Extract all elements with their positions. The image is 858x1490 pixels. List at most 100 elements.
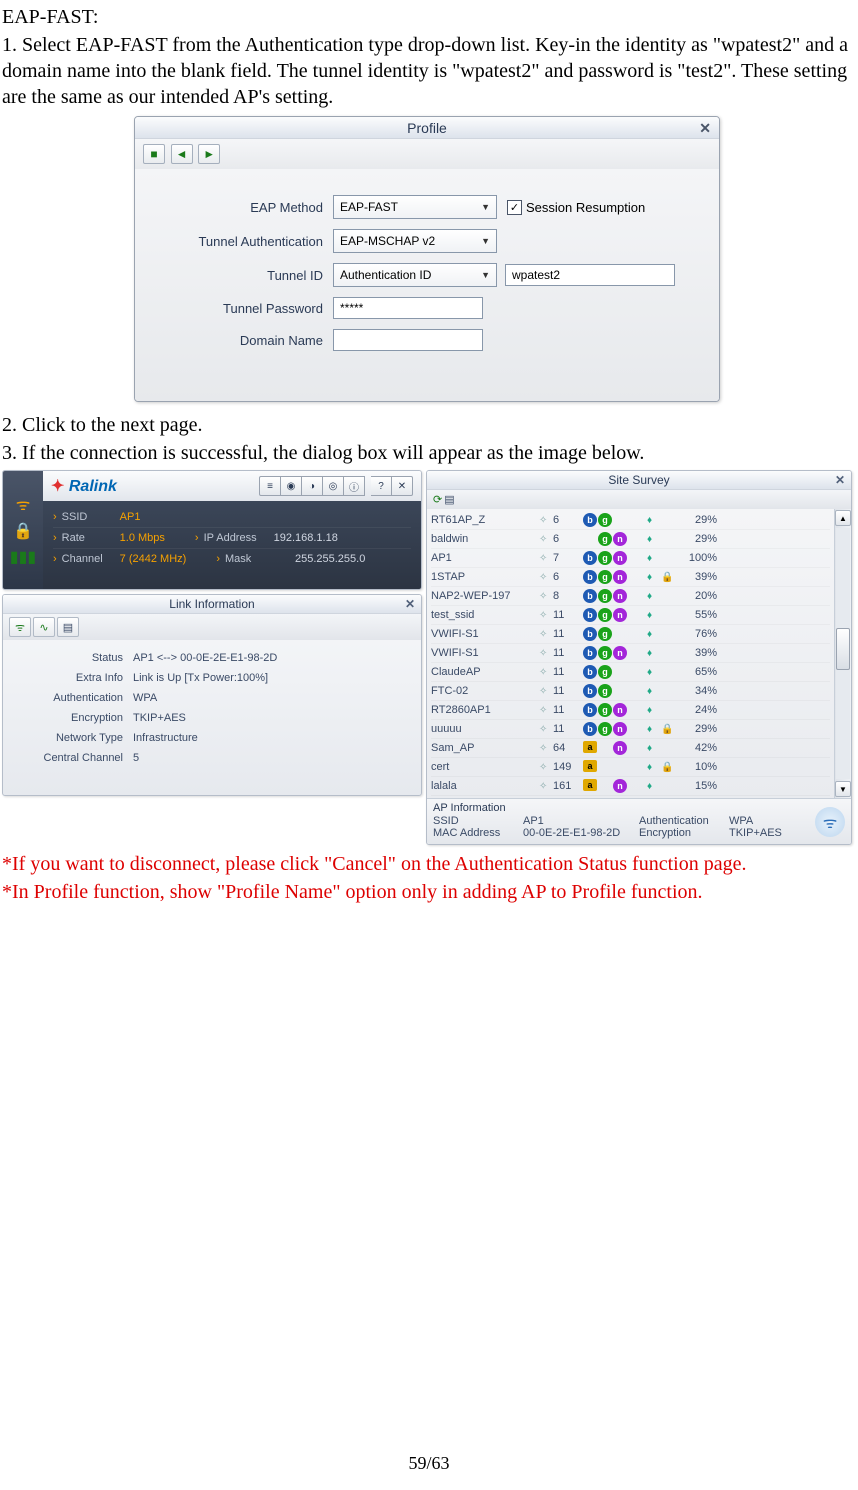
close-icon[interactable]: ✕ [699,120,711,137]
connection-figure: ᯤ 🔒 ▮▮▮ Ralink ≡ ◉ ◑ ◎ ⓘ ? ✕ [2,470,852,845]
tunnel-id-dropdown[interactable]: Authentication ID ▼ [333,263,497,287]
ssid-cell: uuuuu [431,723,539,735]
link-info-value: WPA [133,692,157,704]
badge-g-icon: g [598,665,612,679]
ap-information: AP Information SSID AP1 Authentication W… [427,798,851,844]
eap-method-value: EAP-FAST [340,200,398,214]
refresh-icon[interactable]: ⟳ [433,493,442,506]
scroll-up-icon[interactable]: ▲ [835,510,851,526]
site-survey-row[interactable]: baldwin✧6gn♦29% [431,530,830,549]
toolbar-btn-4[interactable]: ◎ [323,476,344,496]
label-auth: Authentication [639,815,723,827]
lock-icon: 🔒 [661,762,675,773]
security-icon: ♦ [647,515,661,526]
step-3: 3. If the connection is successful, the … [2,440,852,466]
label-domain: Domain Name [153,333,333,348]
apinfo-enc: Encryption TKIP+AES [639,827,845,839]
site-survey-row[interactable]: Sam_AP✧64an♦42% [431,739,830,758]
site-survey-row[interactable]: RT61AP_Z✧6bg♦29% [431,511,830,530]
channel-cell: 161 [553,780,583,792]
list-icon[interactable]: ▤ [444,493,454,506]
badge-g-icon: g [598,570,612,584]
site-survey-row[interactable]: RT2860AP1✧11bgn♦24% [431,701,830,720]
value-mask: 255.255.255.0 [295,553,365,565]
security-icon: ♦ [647,572,661,583]
toolbar-btn-3[interactable]: ◑ [302,476,323,496]
toolbar-btn-2[interactable]: ◉ [281,476,302,496]
site-survey-row[interactable]: VWIFI-S1✧11bgn♦39% [431,644,830,663]
channel-cell: 11 [553,704,583,716]
value-ip: 192.168.1.18 [274,532,338,544]
ralink-status-icons: ᯤ 🔒 ▮▮▮ [3,471,43,589]
link-info-value: Infrastructure [133,732,198,744]
heartbeat-icon[interactable]: ∿ [33,617,55,637]
forward-arrow-icon[interactable]: ► [198,144,220,164]
channel-cell: 11 [553,685,583,697]
scroll-down-icon[interactable]: ▼ [835,781,851,797]
label-tunnel-pw: Tunnel Password [153,301,333,316]
link-info-value: TKIP+AES [133,712,186,724]
site-survey-row[interactable]: lalala✧161an♦15% [431,777,830,796]
step-2: 2. Click to the next page. [2,412,852,438]
profile-title: Profile [407,120,447,136]
close-icon[interactable]: ✕ [392,476,413,496]
ssid-cell: test_ssid [431,609,539,621]
domain-name-input[interactable] [333,329,483,351]
session-resumption-checkbox[interactable]: ✓ Session Resumption [507,200,645,215]
value-mac: 00-0E-2E-E1-98-2D [523,827,620,839]
scroll-track[interactable] [836,528,850,779]
value-enc: TKIP+AES [729,827,782,839]
badge-g-icon: g [598,627,612,641]
link-info-panel: Link Information ✕ ᯤ ∿ ▤ StatusAP1 <--> … [2,594,422,796]
link-info-label: Central Channel [13,752,133,764]
tunnel-auth-dropdown[interactable]: EAP-MSCHAP v2 ▼ [333,229,497,253]
scrollbar[interactable]: ▲ ▼ [834,509,851,798]
back-arrow-icon[interactable]: ◄ [171,144,193,164]
close-icon[interactable]: ✕ [835,473,845,487]
security-icon: ♦ [647,610,661,621]
badge-b-icon: b [583,627,597,641]
notes-icon[interactable]: ▤ [57,617,79,637]
scroll-thumb[interactable] [836,628,850,670]
site-survey-row[interactable]: NAP2-WEP-197✧8bgn♦20% [431,587,830,606]
toolbar-btn-5[interactable]: ⓘ [344,476,365,496]
mode-badges: bgn [583,589,647,603]
ssid-cell: FTC-02 [431,685,539,697]
site-survey-row[interactable]: cert✧149a♦🔒10% [431,758,830,777]
help-icon[interactable]: ? [371,476,392,496]
link-info-label: Extra Info [13,672,133,684]
link-info-value: Link is Up [Tx Power:100%] [133,672,268,684]
badge-g-icon: g [598,589,612,603]
row-tunnel-pw: Tunnel Password [153,297,701,319]
badge-n-icon: n [613,608,627,622]
link-info-title: Link Information [169,597,254,611]
stop-icon[interactable]: ■ [143,144,165,164]
eap-method-dropdown[interactable]: EAP-FAST ▼ [333,195,497,219]
site-survey-row[interactable]: VWIFI-S1✧11bg♦76% [431,625,830,644]
close-icon[interactable]: ✕ [405,597,415,611]
profile-title-bar: Profile ✕ [135,117,719,139]
link-info-row: StatusAP1 <--> 00-0E-2E-E1-98-2D [13,648,411,668]
site-survey-row[interactable]: test_ssid✧11bgn♦55% [431,606,830,625]
badge-b-icon: b [583,722,597,736]
apinfo-ssid: SSID AP1 [433,815,639,827]
channel-cell: 11 [553,723,583,735]
security-icon: ♦ [647,591,661,602]
site-survey-row[interactable]: ClaudeAP✧11bg♦65% [431,663,830,682]
label-enc: Encryption [639,827,723,839]
tunnel-password-input[interactable] [333,297,483,319]
site-survey-row[interactable]: AP1✧7bgn♦100% [431,549,830,568]
left-column: ᯤ 🔒 ▮▮▮ Ralink ≡ ◉ ◑ ◎ ⓘ ? ✕ [2,470,422,845]
site-survey-row[interactable]: uuuuu✧11bgn♦🔒29% [431,720,830,739]
signal-icon[interactable]: ᯤ [9,617,31,637]
signal-icon: ✧ [539,743,553,754]
toolbar-btn-1[interactable]: ≡ [259,476,281,496]
lock-icon: 🔒 [13,521,33,541]
site-survey-row[interactable]: 1STAP✧6bgn♦🔒39% [431,568,830,587]
tunnel-id-input[interactable] [505,264,675,286]
security-icon: ♦ [647,648,661,659]
ssid-cell: cert [431,761,539,773]
link-info-label: Status [13,652,133,664]
link-info-title-bar: Link Information ✕ [3,595,421,614]
site-survey-row[interactable]: FTC-02✧11bg♦34% [431,682,830,701]
